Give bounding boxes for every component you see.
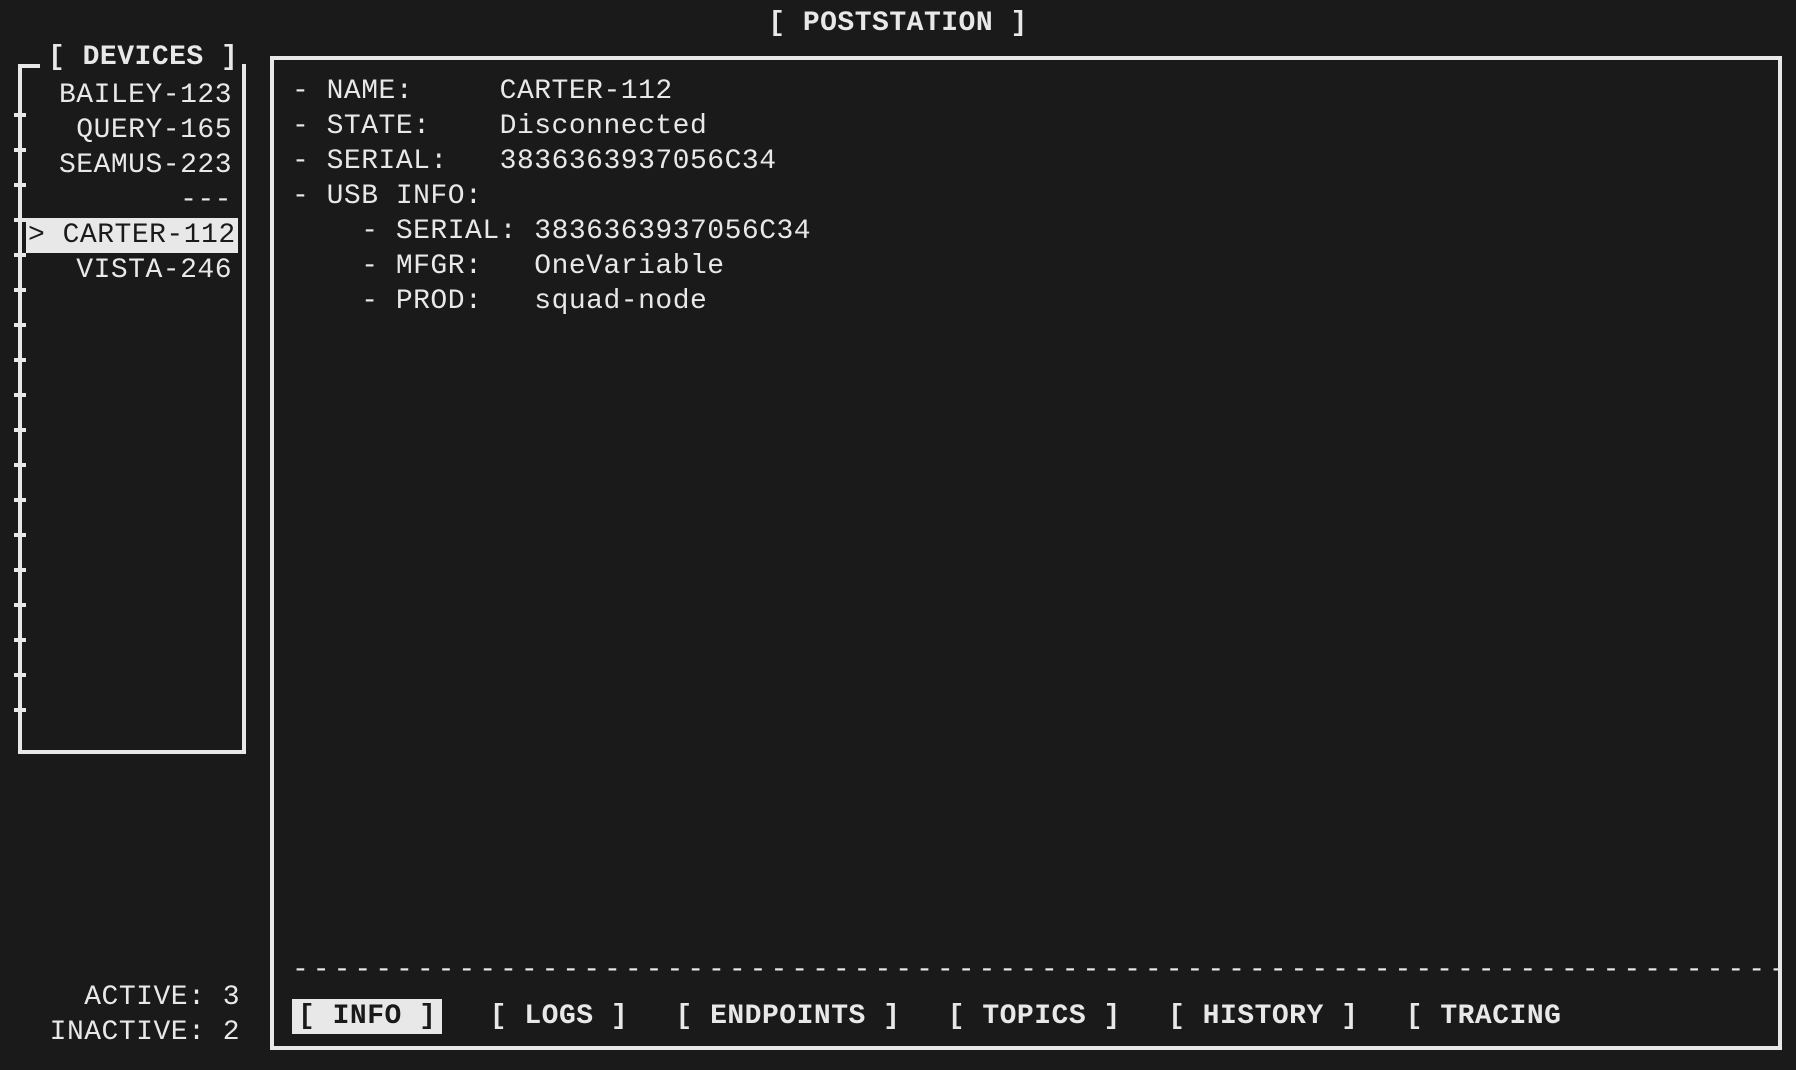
device-item-seamus[interactable]: SEAMUS-223 [26, 148, 238, 183]
active-count: 3 [223, 982, 240, 1013]
device-item-query[interactable]: QUERY-165 [26, 113, 238, 148]
usb-info-header: - USB INFO: [292, 181, 482, 212]
device-item-separator: --- [26, 183, 238, 218]
status-footer: ACTIVE: 3 INACTIVE: 2 [18, 980, 246, 1050]
detail-content: - NAME: CARTER-112 - STATE: Disconnected… [292, 74, 1760, 319]
name-label: - NAME: [292, 76, 413, 107]
tab-tracing[interactable]: [ TRACING [1406, 999, 1562, 1034]
name-value: CARTER-112 [500, 76, 673, 107]
tab-logs[interactable]: [ LOGS ] [490, 999, 628, 1034]
devices-list: BAILEY-123 QUERY-165 SEAMUS-223 --- > CA… [26, 78, 238, 288]
inactive-label: INACTIVE: [50, 1017, 206, 1048]
usb-prod-label: - PROD: [361, 286, 482, 317]
device-item-vista[interactable]: VISTA-246 [26, 253, 238, 288]
device-item-carter[interactable]: > CARTER-112 [26, 218, 238, 253]
serial-label: - SERIAL: [292, 146, 448, 177]
usb-serial-value: 3836363937056C34 [534, 216, 811, 247]
usb-mfgr-label: - MFGR: [361, 251, 482, 282]
tab-endpoints[interactable]: [ ENDPOINTS ] [675, 999, 900, 1034]
tab-bar: [ INFO ] [ LOGS ] [ ENDPOINTS ] [ TOPICS… [292, 999, 1768, 1034]
usb-serial-label: - SERIAL: [361, 216, 517, 247]
serial-value: 3836363937056C34 [500, 146, 777, 177]
detail-panel: - NAME: CARTER-112 - STATE: Disconnected… [270, 56, 1782, 1050]
device-item-label: CARTER-112 [63, 220, 236, 251]
tab-history[interactable]: [ HISTORY ] [1168, 999, 1358, 1034]
active-label: ACTIVE: [84, 982, 205, 1013]
tab-info[interactable]: [ INFO ] [292, 999, 442, 1034]
devices-panel-title: [ DEVICES ] [44, 40, 242, 75]
device-item-bailey[interactable]: BAILEY-123 [26, 78, 238, 113]
tab-separator: ----------------------------------------… [292, 953, 1778, 988]
usb-prod-value: squad-node [534, 286, 707, 317]
tab-topics[interactable]: [ TOPICS ] [948, 999, 1121, 1034]
state-value: Disconnected [500, 111, 708, 142]
usb-mfgr-value: OneVariable [534, 251, 724, 282]
state-label: - STATE: [292, 111, 430, 142]
inactive-count: 2 [223, 1017, 240, 1048]
devices-panel: BAILEY-123 QUERY-165 SEAMUS-223 --- > CA… [18, 64, 246, 754]
app-title: [ POSTSTATION ] [0, 6, 1796, 41]
